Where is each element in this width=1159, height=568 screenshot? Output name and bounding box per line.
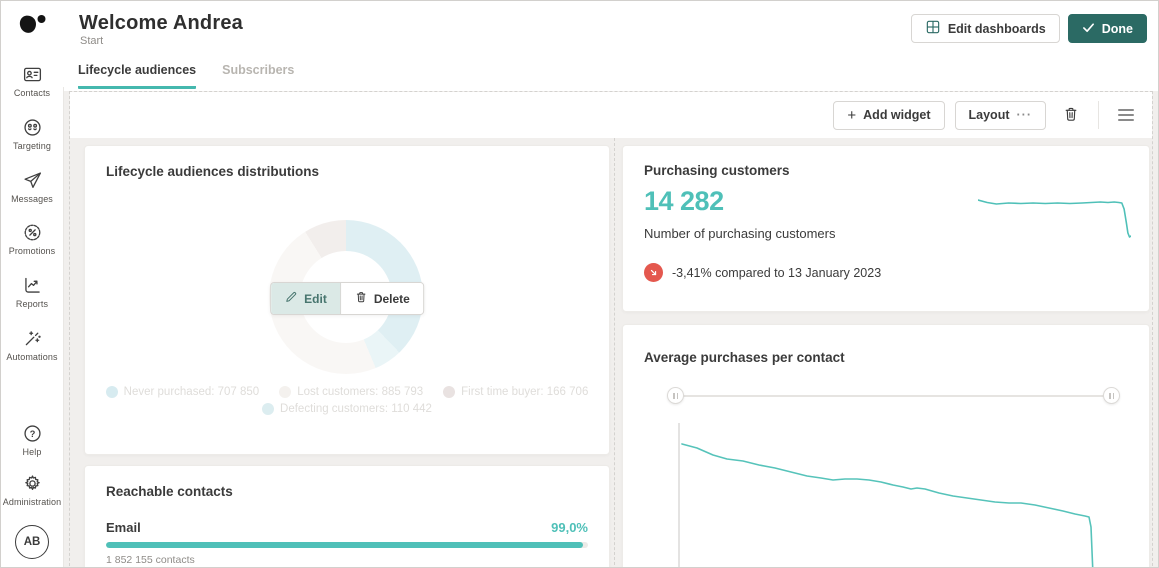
delete-dashboard-button[interactable] — [1056, 100, 1086, 130]
legend-label: First time buyer: 166 706 — [461, 386, 589, 398]
legend-item: Defecting customers: 110 442 — [262, 403, 432, 415]
gear-icon — [22, 473, 43, 494]
add-widget-button[interactable]: + Add widget — [833, 100, 945, 130]
legend-dot — [262, 403, 275, 415]
date-range-slider-track[interactable] — [675, 395, 1111, 397]
add-widget-label: Add widget — [863, 108, 931, 122]
trash-icon — [354, 290, 368, 307]
sidebar-item-administration[interactable]: Administration — [1, 473, 63, 507]
check-icon — [1082, 21, 1095, 37]
delete-widget-button[interactable]: Delete — [340, 283, 423, 314]
widget-edit-controls: Edit Delete — [270, 282, 424, 315]
grid-column-divider — [614, 138, 615, 567]
sidebar-item-label: Help — [22, 447, 42, 457]
sidebar-item-contacts[interactable]: Contacts — [1, 64, 63, 98]
range-slider-handle-right[interactable] — [1103, 387, 1120, 404]
dashboard-tabs: Lifecycle audiences Subscribers — [78, 63, 294, 89]
toolbar-divider — [1098, 101, 1099, 129]
chart-report-icon — [22, 275, 43, 296]
widget-reachable-contacts: Reachable contacts Email 99,0% 1 852 155… — [84, 465, 610, 567]
range-slider-handle-left[interactable] — [667, 387, 684, 404]
ellipsis-icon: ··· — [1016, 108, 1032, 122]
done-label: Done — [1101, 21, 1133, 36]
sidebar-item-label: Promotions — [8, 246, 56, 256]
sidebar-item-label: Administration — [2, 497, 62, 507]
legend-label: Defecting customers: 110 442 — [280, 403, 432, 415]
edit-dashboards-button[interactable]: Edit dashboards — [910, 14, 1060, 43]
menu-button[interactable] — [1111, 100, 1141, 130]
channel-percent: 99,0% — [551, 520, 588, 535]
sidebar-item-help[interactable]: ? Help — [1, 423, 63, 457]
discount-badge-icon — [22, 222, 43, 243]
sidebar-item-messages[interactable]: Messages — [1, 170, 63, 204]
purchasing-sparkline-chart — [978, 199, 1131, 238]
page-title: Welcome Andrea — [79, 12, 243, 34]
reachable-progress-fill — [106, 542, 584, 548]
audience-circle-icon — [22, 117, 43, 138]
edit-toolbar: + Add widget Layout ··· — [70, 92, 1152, 138]
sidebar: Contacts Targeting Messages Promotions R… — [1, 1, 63, 567]
donut-legend: Never purchased: 707 850 Lost customers:… — [85, 386, 609, 415]
sidebar-divider — [63, 87, 64, 567]
widget-title: Average purchases per contact — [644, 350, 845, 365]
paper-plane-icon — [22, 170, 43, 191]
pencil-icon — [284, 290, 298, 307]
dashboard-app: Contacts Targeting Messages Promotions R… — [0, 0, 1159, 568]
sidebar-item-label: Contacts — [13, 88, 51, 98]
sidebar-item-label: Messages — [11, 194, 53, 204]
question-circle-icon: ? — [22, 423, 43, 444]
widget-lifecycle-distributions: Lifecycle audiences distributions Edit D… — [84, 145, 610, 455]
legend-label: Never purchased: 707 850 — [123, 386, 260, 398]
delete-label: Delete — [373, 291, 410, 306]
legend-dot — [279, 386, 292, 398]
voyado-logo[interactable] — [16, 11, 48, 43]
channel-label: Email — [106, 520, 141, 535]
sidebar-item-label: Reports — [15, 299, 49, 309]
dashboard-edit-canvas: + Add widget Layout ··· Lifecycle audien… — [69, 91, 1153, 567]
widget-title: Reachable contacts — [106, 484, 233, 499]
tab-lifecycle-audiences[interactable]: Lifecycle audiences — [78, 63, 197, 89]
widget-purchasing-customers: Purchasing customers 14 282 Number of pu… — [622, 145, 1150, 312]
plus-icon: + — [847, 106, 857, 124]
user-avatar[interactable]: AB — [15, 525, 49, 559]
page-subtitle: Start — [80, 35, 104, 47]
legend-item: Lost customers: 885 793 — [279, 386, 423, 398]
kpi-value: 14 282 — [644, 186, 724, 216]
legend-dot — [443, 386, 456, 398]
legend-item: Never purchased: 707 850 — [105, 386, 260, 398]
trash-icon — [1062, 105, 1080, 126]
legend-dot — [105, 386, 118, 398]
layout-button[interactable]: Layout ··· — [954, 100, 1046, 130]
widget-average-purchases: Average purchases per contact — [622, 324, 1150, 567]
reachable-progress-track — [106, 542, 588, 548]
legend-label: Lost customers: 885 793 — [297, 386, 424, 398]
widget-title: Lifecycle audiences distributions — [106, 164, 320, 179]
magic-wand-icon — [22, 328, 43, 349]
kpi-caption: Number of purchasing customers — [644, 226, 836, 241]
average-purchases-line-chart — [678, 423, 1094, 567]
contact-card-icon — [22, 64, 43, 85]
edit-widget-button[interactable]: Edit — [271, 283, 341, 314]
sidebar-item-reports[interactable]: Reports — [1, 275, 63, 309]
widget-title: Purchasing customers — [644, 163, 790, 178]
kpi-change-row: -3,41% compared to 13 January 2023 — [644, 263, 881, 282]
dashboard-grid-icon — [925, 19, 941, 38]
sidebar-item-label: Targeting — [13, 141, 51, 151]
header-actions: Edit dashboards Done — [910, 14, 1147, 43]
sidebar-item-targeting[interactable]: Targeting — [1, 117, 63, 151]
hamburger-icon — [1118, 109, 1134, 121]
legend-item: First time buyer: 166 706 — [443, 386, 588, 398]
trend-down-icon — [644, 263, 663, 282]
edit-dashboards-label: Edit dashboards — [947, 21, 1046, 36]
svg-text:?: ? — [29, 429, 35, 439]
channel-caption: 1 852 155 contacts — [106, 554, 195, 566]
done-button[interactable]: Done — [1067, 14, 1147, 43]
kpi-change-text: -3,41% compared to 13 January 2023 — [672, 265, 882, 280]
sidebar-item-label: Automations — [6, 352, 58, 362]
edit-label: Edit — [304, 291, 327, 306]
layout-label: Layout — [968, 108, 1010, 122]
tab-subscribers[interactable]: Subscribers — [222, 63, 294, 89]
sidebar-item-automations[interactable]: Automations — [1, 328, 63, 362]
sidebar-item-promotions[interactable]: Promotions — [1, 222, 63, 256]
